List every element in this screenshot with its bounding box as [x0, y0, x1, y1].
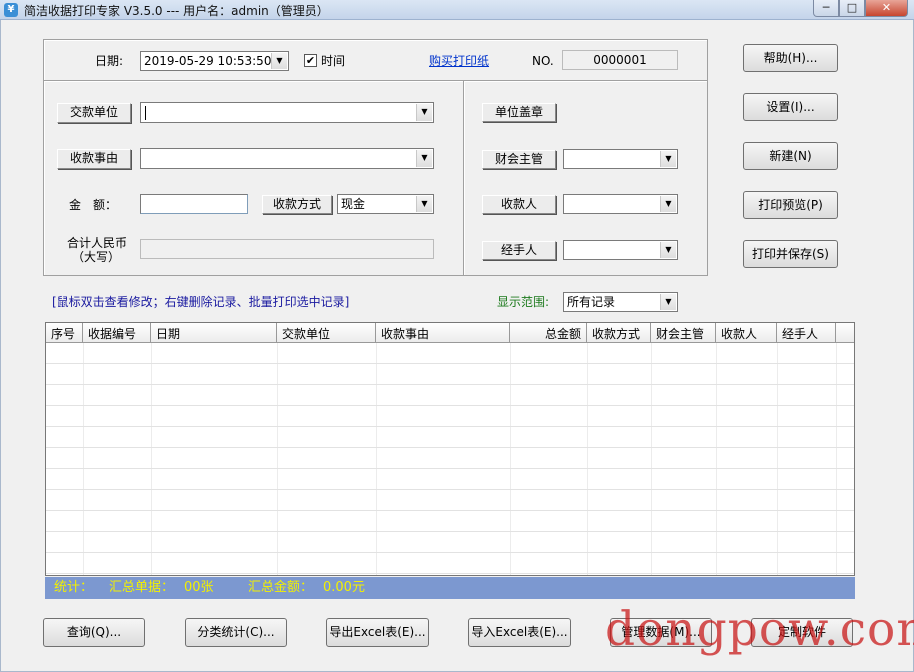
category-stats-button[interactable]: 分类统计(C)...	[185, 618, 287, 647]
receipt-number-field: 0000001	[562, 50, 678, 70]
maximize-button[interactable]: □	[839, 0, 865, 17]
column-header[interactable]: 总金额	[510, 323, 587, 343]
table-row[interactable]	[46, 385, 854, 406]
finance-supervisor-button[interactable]: 财会主管	[482, 150, 556, 169]
range-label: 显示范围:	[497, 295, 550, 309]
chevron-down-icon[interactable]: ▼	[416, 150, 432, 167]
table-row[interactable]	[46, 406, 854, 427]
records-table[interactable]: 序号 收据编号 日期 交款单位 收款事由 总金额 收款方式 财会主管 收款人 经…	[45, 322, 855, 576]
range-combo[interactable]: 所有记录 ▼	[563, 292, 678, 312]
payer-combo[interactable]: ▼	[140, 102, 434, 123]
range-value: 所有记录	[567, 295, 616, 309]
import-excel-button[interactable]: 导入Excel表(E)...	[468, 618, 571, 647]
amount-input[interactable]	[140, 194, 248, 214]
total-rmb-label-sub: （大写）	[72, 250, 121, 264]
list-hint: [鼠标双击查看修改；右键删除记录、批量打印选中记录]	[52, 295, 350, 309]
summary-bar: 统计： 汇总单据： 00张 汇总金额： 0.00元	[45, 577, 855, 599]
chevron-down-icon[interactable]: ▼	[660, 294, 676, 310]
column-header[interactable]: 序号	[46, 323, 83, 343]
chevron-down-icon[interactable]: ▼	[660, 151, 676, 167]
summary-label: 统计：	[54, 580, 94, 595]
print-save-button[interactable]: 打印并保存(S)	[743, 240, 838, 268]
handler-combo[interactable]: ▼	[563, 240, 678, 260]
text-cursor	[145, 106, 146, 120]
payee-combo[interactable]: ▼	[563, 194, 678, 214]
payment-method-value: 现金	[341, 197, 366, 211]
handler-button[interactable]: 经手人	[482, 241, 556, 260]
no-label: NO.	[532, 54, 554, 68]
column-header[interactable]: 收款事由	[376, 323, 510, 343]
chevron-down-icon[interactable]: ▼	[416, 104, 432, 121]
table-row[interactable]	[46, 343, 854, 364]
table-row[interactable]	[46, 469, 854, 490]
time-checkbox[interactable]: ✔	[304, 54, 317, 67]
export-excel-button[interactable]: 导出Excel表(E)...	[326, 618, 429, 647]
finance-supervisor-combo[interactable]: ▼	[563, 149, 678, 169]
query-button[interactable]: 查询(Q)...	[43, 618, 145, 647]
date-value: 2019-05-29 10:53:50	[144, 54, 272, 68]
column-header[interactable]: 交款单位	[277, 323, 376, 343]
payee-button[interactable]: 收款人	[482, 195, 556, 214]
count-value: 00张	[184, 580, 214, 595]
checkmark-icon: ✔	[305, 54, 316, 67]
column-header[interactable]: 经手人	[777, 323, 836, 343]
minimize-button[interactable]: ─	[813, 0, 839, 17]
table-row[interactable]	[46, 553, 854, 574]
column-header[interactable]: 收据编号	[83, 323, 151, 343]
chevron-down-icon[interactable]: ▼	[271, 53, 287, 69]
chevron-down-icon[interactable]: ▼	[660, 196, 676, 212]
table-row[interactable]	[46, 427, 854, 448]
print-preview-button[interactable]: 打印预览(P)	[743, 191, 838, 219]
count-label: 汇总单据：	[109, 580, 175, 595]
table-row[interactable]	[46, 511, 854, 532]
help-button[interactable]: 帮助(H)...	[743, 44, 838, 72]
total-rmb-field	[140, 239, 434, 259]
column-header[interactable]: 收款方式	[587, 323, 651, 343]
watermark: dongpow.com	[605, 602, 914, 657]
seal-button[interactable]: 单位盖章	[482, 103, 556, 122]
chevron-down-icon[interactable]: ▼	[416, 196, 432, 212]
reason-combo[interactable]: ▼	[140, 148, 434, 169]
date-picker[interactable]: 2019-05-29 10:53:50 ▼	[140, 51, 289, 71]
payment-method-button[interactable]: 收款方式	[262, 195, 332, 214]
payer-button[interactable]: 交款单位	[57, 103, 131, 123]
sum-label: 汇总金额：	[248, 580, 314, 595]
settings-button[interactable]: 设置(I)...	[743, 93, 838, 121]
table-header: 序号 收据编号 日期 交款单位 收款事由 总金额 收款方式 财会主管 收款人 经…	[46, 323, 854, 343]
table-row[interactable]	[46, 532, 854, 553]
column-header[interactable]: 财会主管	[651, 323, 716, 343]
reason-button[interactable]: 收款事由	[57, 149, 131, 169]
amount-label: 金 额：	[69, 198, 118, 212]
table-row[interactable]	[46, 448, 854, 469]
chevron-down-icon[interactable]: ▼	[660, 242, 676, 258]
close-button[interactable]: ✕	[865, 0, 908, 17]
table-row[interactable]	[46, 364, 854, 385]
buy-paper-link[interactable]: 购买打印纸	[429, 53, 489, 69]
window-title: 简洁收据打印专家 V3.5.0 --- 用户名：admin（管理员）	[24, 4, 329, 18]
date-label: 日期:	[95, 54, 124, 68]
column-header[interactable]: 收款人	[716, 323, 777, 343]
column-header[interactable]: 日期	[151, 323, 277, 343]
time-checkbox-label: 时间	[321, 54, 346, 68]
app-icon: ¥	[4, 3, 18, 17]
sum-value: 0.00元	[323, 580, 365, 595]
new-button[interactable]: 新建(N)	[743, 142, 838, 170]
table-row[interactable]	[46, 490, 854, 511]
payment-method-combo[interactable]: 现金 ▼	[337, 194, 434, 214]
